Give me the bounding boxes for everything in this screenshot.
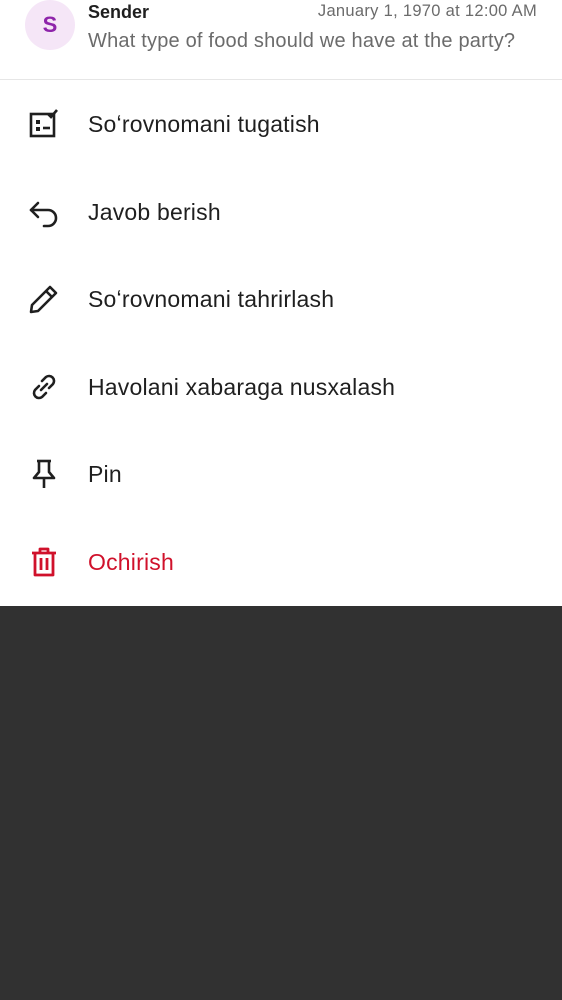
message-actions-sheet: S Sender January 1, 1970 at 12:00 AM Wha… bbox=[0, 0, 562, 606]
edit-pencil-icon bbox=[27, 282, 61, 316]
menu-item-label: Javob berish bbox=[88, 198, 221, 225]
message-preview: What type of food should we have at the … bbox=[88, 30, 516, 52]
link-icon bbox=[27, 370, 61, 404]
reply-icon bbox=[27, 195, 61, 229]
menu-item-edit-poll[interactable]: Soʻrovnomani tahrirlash bbox=[0, 256, 562, 344]
end-poll-icon bbox=[27, 107, 61, 141]
avatar: S bbox=[25, 0, 75, 50]
menu-item-end-poll[interactable]: Soʻrovnomani tugatish bbox=[0, 81, 562, 169]
trash-icon bbox=[27, 545, 61, 579]
message-header: S Sender January 1, 1970 at 12:00 AM Wha… bbox=[0, 0, 562, 80]
message-timestamp: January 1, 1970 at 12:00 AM bbox=[317, 2, 537, 20]
pin-icon bbox=[27, 457, 61, 491]
action-menu: Soʻrovnomani tugatish Javob berish Soʻro… bbox=[0, 81, 562, 606]
sender-name: Sender bbox=[88, 2, 150, 22]
menu-item-delete[interactable]: Ochirish bbox=[0, 519, 562, 607]
modal-backdrop[interactable] bbox=[0, 606, 562, 1000]
menu-item-reply[interactable]: Javob berish bbox=[0, 169, 562, 257]
menu-item-label: Ochirish bbox=[88, 548, 174, 575]
menu-item-label: Soʻrovnomani tugatish bbox=[88, 111, 320, 137]
menu-item-label: Soʻrovnomani tahrirlash bbox=[88, 286, 335, 312]
menu-item-pin[interactable]: Pin bbox=[0, 431, 562, 519]
menu-item-copy-link[interactable]: Havolani xabaraga nusxalash bbox=[0, 344, 562, 432]
menu-item-label: Havolani xabaraga nusxalash bbox=[88, 373, 396, 400]
menu-item-label: Pin bbox=[88, 461, 122, 487]
